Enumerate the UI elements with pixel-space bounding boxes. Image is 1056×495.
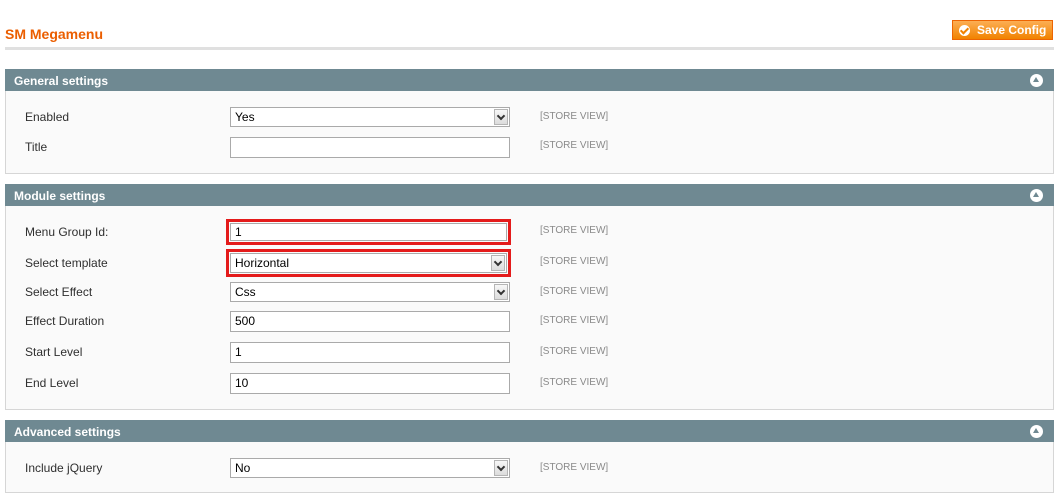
start-level-label: Start Level — [25, 345, 83, 359]
title-divider — [5, 47, 1054, 50]
collapse-icon[interactable] — [1030, 425, 1043, 438]
include-jquery-select[interactable]: No — [230, 458, 510, 478]
end-level-input[interactable]: 10 — [230, 373, 510, 394]
section-header-module[interactable]: Module settings — [5, 184, 1054, 206]
section-title: General settings — [14, 74, 109, 88]
collapse-icon[interactable] — [1030, 74, 1043, 87]
end-level-label: End Level — [25, 376, 79, 390]
title-input[interactable] — [230, 137, 510, 158]
section-header-advanced[interactable]: Advanced settings — [5, 420, 1054, 442]
include-jquery-label: Include jQuery — [25, 461, 103, 475]
scope-label: [STORE VIEW] — [540, 111, 609, 122]
page-title: SM Megamenu — [5, 26, 104, 42]
highlight-box: 1 — [226, 219, 511, 245]
check-circle-icon — [959, 24, 970, 36]
highlight-box: Horizontal — [226, 249, 511, 277]
chevron-down-icon[interactable] — [494, 109, 508, 125]
menu-group-id-input[interactable]: 1 — [230, 223, 507, 241]
scope-label: [STORE VIEW] — [540, 377, 609, 388]
collapse-icon[interactable] — [1030, 189, 1043, 202]
scope-label: [STORE VIEW] — [540, 286, 609, 297]
scope-label: [STORE VIEW] — [540, 225, 609, 236]
section-body-advanced — [5, 442, 1054, 493]
chevron-down-icon[interactable] — [494, 460, 508, 476]
enabled-value: Yes — [235, 110, 255, 124]
chevron-down-icon[interactable] — [494, 284, 508, 300]
select-template-label: Select template — [25, 256, 108, 270]
section-title: Advanced settings — [14, 425, 121, 439]
scope-label: [STORE VIEW] — [540, 462, 609, 473]
start-level-input[interactable]: 1 — [230, 342, 510, 363]
section-title: Module settings — [14, 189, 106, 203]
select-effect-value: Css — [235, 285, 256, 299]
enabled-label: Enabled — [25, 110, 70, 124]
scope-label: [STORE VIEW] — [540, 140, 609, 151]
title-label: Title — [25, 140, 48, 154]
select-effect-select[interactable]: Css — [230, 282, 510, 302]
section-body-module — [5, 206, 1054, 410]
save-config-label: Save Config — [977, 23, 1047, 37]
select-template-select[interactable]: Horizontal — [230, 253, 507, 273]
section-header-general[interactable]: General settings — [5, 69, 1054, 91]
scope-label: [STORE VIEW] — [540, 315, 609, 326]
include-jquery-value: No — [235, 461, 251, 475]
chevron-down-icon[interactable] — [491, 255, 505, 271]
enabled-select[interactable]: Yes — [230, 107, 510, 127]
scope-label: [STORE VIEW] — [540, 346, 609, 357]
effect-duration-label: Effect Duration — [25, 314, 105, 328]
scope-label: [STORE VIEW] — [540, 256, 609, 267]
save-config-button[interactable]: Save Config — [952, 20, 1053, 40]
effect-duration-input[interactable]: 500 — [230, 311, 510, 332]
menu-group-id-label: Menu Group Id: — [25, 225, 109, 239]
select-template-value: Horizontal — [235, 256, 290, 270]
select-effect-label: Select Effect — [25, 285, 93, 299]
section-body-general — [5, 91, 1054, 174]
